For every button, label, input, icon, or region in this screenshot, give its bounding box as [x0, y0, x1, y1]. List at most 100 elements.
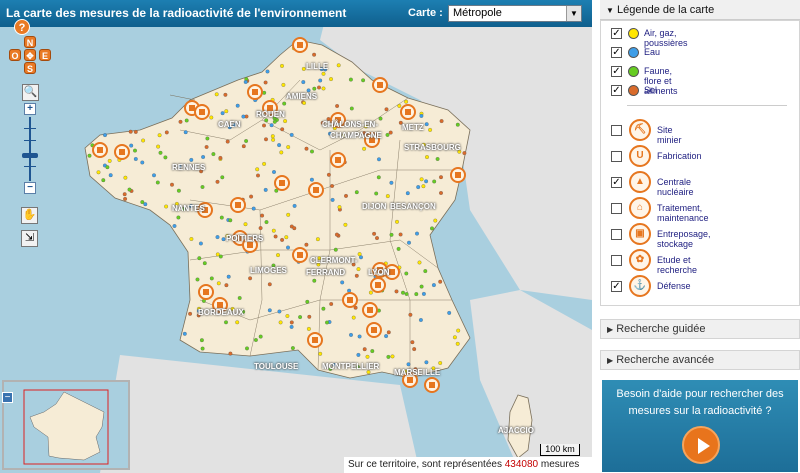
- measurement-point[interactable]: [133, 148, 137, 153]
- pan-center-icon[interactable]: ✥: [24, 49, 36, 61]
- measurement-point[interactable]: [219, 215, 224, 220]
- measurement-point[interactable]: [330, 184, 335, 188]
- measurement-point[interactable]: [335, 104, 340, 108]
- measurement-point[interactable]: [164, 130, 169, 135]
- measurement-point[interactable]: [414, 292, 419, 297]
- measurement-point[interactable]: [133, 157, 138, 161]
- measurement-point[interactable]: [281, 82, 286, 87]
- measurement-point[interactable]: [321, 86, 326, 91]
- measurement-point[interactable]: [321, 306, 326, 311]
- measurement-point[interactable]: [279, 150, 284, 155]
- measurement-point[interactable]: [424, 122, 429, 127]
- measurement-point[interactable]: [263, 187, 268, 192]
- measurement-point[interactable]: [406, 362, 411, 367]
- measurement-point[interactable]: [315, 237, 320, 242]
- measurement-point[interactable]: [195, 277, 200, 282]
- carte-select[interactable]: Métropole ▼: [448, 5, 582, 22]
- measurement-point[interactable]: [435, 157, 440, 161]
- measurement-point[interactable]: [243, 80, 248, 84]
- measurement-point[interactable]: [348, 77, 353, 82]
- measurement-point[interactable]: [368, 290, 373, 295]
- measurement-point[interactable]: [421, 184, 426, 189]
- measurement-point[interactable]: [265, 69, 270, 74]
- measurement-point[interactable]: [325, 320, 329, 325]
- measurement-point[interactable]: [431, 283, 436, 288]
- measurement-point[interactable]: [317, 85, 321, 90]
- measurement-point[interactable]: [285, 314, 290, 318]
- measurement-point[interactable]: [419, 113, 424, 118]
- measurement-point[interactable]: [310, 149, 314, 154]
- measurement-point[interactable]: [304, 242, 309, 247]
- measurement-point[interactable]: [87, 153, 92, 158]
- measurement-point[interactable]: [384, 107, 389, 112]
- measurement-point[interactable]: [264, 220, 269, 225]
- measurement-point[interactable]: [321, 71, 326, 76]
- measurement-point[interactable]: [204, 145, 209, 149]
- measurement-point[interactable]: [356, 352, 361, 357]
- measurement-point[interactable]: [329, 77, 333, 82]
- measurement-point[interactable]: [438, 279, 443, 284]
- measurement-point[interactable]: [292, 226, 297, 231]
- measurement-point[interactable]: [404, 271, 409, 276]
- measurement-point[interactable]: [302, 101, 307, 105]
- measurement-point[interactable]: [419, 284, 424, 289]
- measurement-point[interactable]: [361, 78, 366, 83]
- measurement-point[interactable]: [105, 165, 110, 170]
- measurement-point[interactable]: [326, 172, 331, 177]
- measurement-point[interactable]: [455, 122, 460, 127]
- legend-header[interactable]: ▼ Légende de la carte: [600, 0, 800, 20]
- checkbox[interactable]: [611, 229, 622, 240]
- measurement-point[interactable]: [178, 119, 183, 124]
- measurement-point[interactable]: [273, 234, 278, 239]
- measurement-point[interactable]: [330, 197, 335, 202]
- measurement-point[interactable]: [155, 180, 160, 185]
- measurement-point[interactable]: [214, 92, 219, 97]
- measurement-point[interactable]: [357, 334, 362, 339]
- measurement-point[interactable]: [415, 231, 419, 236]
- measurement-point[interactable]: [430, 226, 434, 231]
- measurement-point[interactable]: [424, 360, 429, 365]
- measurement-point[interactable]: [248, 276, 253, 281]
- measurement-point[interactable]: [337, 205, 342, 210]
- measurement-point[interactable]: [133, 129, 138, 134]
- measurement-point[interactable]: [389, 180, 394, 185]
- measurement-point[interactable]: [276, 253, 280, 258]
- measurement-point[interactable]: [272, 170, 276, 174]
- measurement-point[interactable]: [200, 185, 205, 189]
- measurement-point[interactable]: [462, 151, 467, 156]
- measurement-point[interactable]: [277, 309, 282, 314]
- pan-north-button[interactable]: N: [24, 36, 36, 48]
- zoom-out-button[interactable]: −: [24, 182, 36, 194]
- measurement-point[interactable]: [306, 326, 311, 331]
- measurement-point[interactable]: [356, 267, 361, 272]
- measurement-point[interactable]: [349, 332, 353, 337]
- measurement-point[interactable]: [198, 241, 203, 246]
- measurement-point[interactable]: [228, 218, 233, 223]
- measurement-point[interactable]: [256, 173, 260, 178]
- measurement-point[interactable]: [140, 200, 145, 205]
- measurement-point[interactable]: [398, 232, 403, 237]
- measurement-point[interactable]: [343, 222, 348, 227]
- measurement-point[interactable]: [438, 361, 443, 365]
- measurement-point[interactable]: [101, 178, 106, 183]
- measurement-point[interactable]: [418, 318, 423, 322]
- measurement-point[interactable]: [280, 127, 285, 132]
- measurement-point[interactable]: [372, 231, 377, 236]
- measurement-point[interactable]: [215, 179, 220, 184]
- measurement-point[interactable]: [220, 111, 225, 116]
- measurement-point[interactable]: [386, 354, 391, 359]
- measurement-point[interactable]: [421, 291, 426, 296]
- measurement-point[interactable]: [389, 232, 394, 237]
- measurement-point[interactable]: [237, 296, 242, 300]
- measurement-point[interactable]: [241, 114, 246, 119]
- checkbox[interactable]: ✓: [611, 66, 622, 77]
- measurement-point[interactable]: [215, 235, 220, 240]
- measurement-point[interactable]: [201, 155, 206, 159]
- measurement-point[interactable]: [304, 146, 309, 151]
- measurement-point[interactable]: [260, 213, 265, 218]
- measurement-point[interactable]: [267, 282, 272, 287]
- measurement-point[interactable]: [209, 115, 214, 120]
- measurement-point[interactable]: [282, 101, 287, 106]
- measurement-point[interactable]: [202, 261, 207, 266]
- measurement-point[interactable]: [401, 290, 405, 295]
